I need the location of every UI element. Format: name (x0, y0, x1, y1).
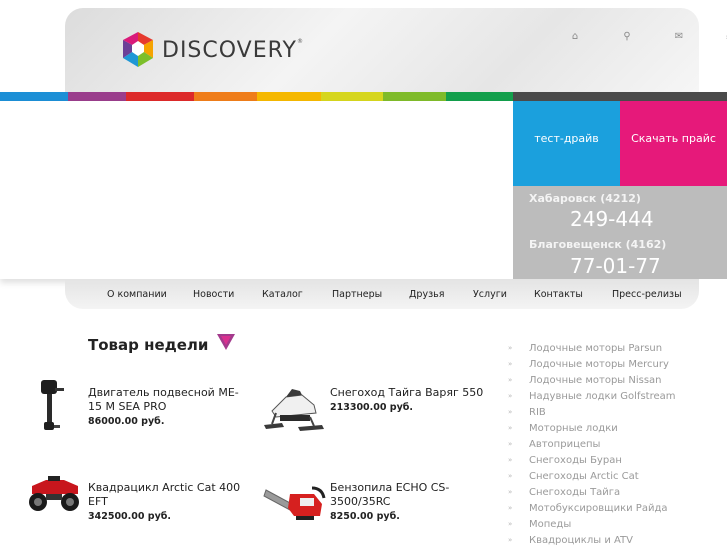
triangle-down-icon (217, 334, 235, 350)
atv-image[interactable] (24, 470, 84, 514)
bullet-icon: » (508, 408, 513, 416)
bullet-icon: » (508, 520, 513, 528)
bullet-icon: » (508, 424, 513, 432)
list-item[interactable]: » Надувные лодки Golfstream (508, 388, 676, 404)
product-price: 213300.00 руб. (330, 402, 414, 413)
logo-text: Discovery® (162, 37, 304, 63)
list-item[interactable]: » Снегоходы Буран (508, 452, 676, 468)
nav-catalog[interactable]: Каталог (262, 289, 303, 300)
phone-blagoveshchensk: 77-01-77 (570, 254, 661, 278)
contacts-panel: Хабаровск (4212) 249-444 Благовещенск (4… (513, 186, 727, 279)
mail-icon[interactable]: ✉ (669, 30, 689, 44)
nav-press[interactable]: Пресс-релизы (612, 289, 682, 300)
stripe-segment (513, 92, 727, 101)
stripe-segment (126, 92, 194, 101)
list-item[interactable]: » Квадроциклы и ATV (508, 532, 676, 545)
sitemap-icon[interactable]: ⁂ (721, 30, 727, 44)
list-item[interactable]: » Мопеды (508, 516, 676, 532)
stripe-segment (194, 92, 257, 101)
nav-contacts[interactable]: Контакты (534, 289, 583, 300)
test-drive-button[interactable]: тест-драйв (513, 101, 620, 186)
bullet-icon: » (508, 344, 513, 352)
bullet-icon: » (508, 488, 513, 496)
bullet-icon: » (508, 536, 513, 544)
product-card[interactable]: Снегоход Тайга Варяг 550 213300.00 руб. (330, 386, 500, 413)
product-name[interactable]: Бензопила ECHO CS-3500/35RC (330, 481, 500, 509)
list-item[interactable]: » Моторные лодки (508, 420, 676, 436)
list-item[interactable]: » RIB (508, 404, 676, 420)
bullet-icon: » (508, 392, 513, 400)
catalog-side-list: » Лодочные моторы Parsun » Лодочные моторы… (508, 340, 676, 545)
nav-services[interactable]: Услуги (473, 289, 507, 300)
city-blagoveshchensk: Благовещенск (4162) (529, 238, 667, 251)
logo[interactable]: Discovery® (120, 30, 304, 70)
chainsaw-image[interactable] (262, 480, 328, 524)
product-price: 86000.00 руб. (88, 416, 165, 427)
product-name[interactable]: Квадрацикл Arctic Cat 400 EFT (88, 481, 258, 509)
main-nav: О компании Новости Каталог Партнеры Друз… (65, 279, 699, 309)
bullet-icon: » (508, 504, 513, 512)
list-item[interactable]: » Лодочные моторы Nissan (508, 372, 676, 388)
nav-friends[interactable]: Друзья (409, 289, 444, 300)
nav-about[interactable]: О компании (107, 289, 167, 300)
stripe-segment (0, 92, 68, 101)
list-item[interactable]: » Лодочные моторы Mercury (508, 356, 676, 372)
city-khabarovsk: Хабаровск (4212) (529, 192, 641, 205)
stripe-segment (321, 92, 383, 101)
bullet-icon: » (508, 376, 513, 384)
home-icon[interactable]: ⌂ (565, 30, 585, 44)
snowmobile-image[interactable] (262, 383, 326, 433)
list-item[interactable]: » Снегоходы Arctic Cat (508, 468, 676, 484)
bullet-icon: » (508, 456, 513, 464)
product-price: 342500.00 руб. (88, 511, 172, 522)
product-card[interactable]: Двигатель подвесной ME- 15 M SEA PRO 860… (88, 386, 253, 427)
bullet-icon: » (508, 440, 513, 448)
logo-hexagon-icon (123, 32, 153, 67)
product-card[interactable]: Бензопила ECHO CS-3500/35RC 8250.00 руб. (330, 481, 500, 522)
product-card[interactable]: Квадрацикл Arctic Cat 400 EFT 342500.00 … (88, 481, 258, 522)
list-item[interactable]: » Лодочные моторы Parsun (508, 340, 676, 356)
color-stripe (0, 92, 727, 101)
outboard-motor-image[interactable] (36, 378, 66, 438)
nav-partners[interactable]: Партнеры (332, 289, 382, 300)
list-item[interactable]: » Мотобуксировщики Райда (508, 500, 676, 516)
stripe-segment (383, 92, 446, 101)
list-item[interactable]: » Снегоходы Тайга (508, 484, 676, 500)
top-icons: ⌂ ⚲ ✉ ⁂ (565, 30, 727, 44)
bullet-icon: » (508, 472, 513, 480)
product-name[interactable]: Снегоход Тайга Варяг 550 (330, 386, 500, 400)
stripe-segment (446, 92, 513, 101)
nav-news[interactable]: Новости (193, 289, 234, 300)
product-name[interactable]: Двигатель подвесной ME- 15 M SEA PRO (88, 386, 253, 414)
list-item[interactable]: » Автоприцепы (508, 436, 676, 452)
stripe-segment (257, 92, 321, 101)
phone-khabarovsk: 249-444 (570, 207, 654, 231)
bullet-icon: » (508, 360, 513, 368)
product-price: 8250.00 руб. (330, 511, 400, 522)
product-of-week-heading: Товар недели (88, 336, 209, 354)
download-price-button[interactable]: Скачать прайс (620, 101, 727, 186)
search-icon[interactable]: ⚲ (617, 30, 637, 44)
banner-area (0, 101, 513, 279)
stripe-segment (68, 92, 126, 101)
